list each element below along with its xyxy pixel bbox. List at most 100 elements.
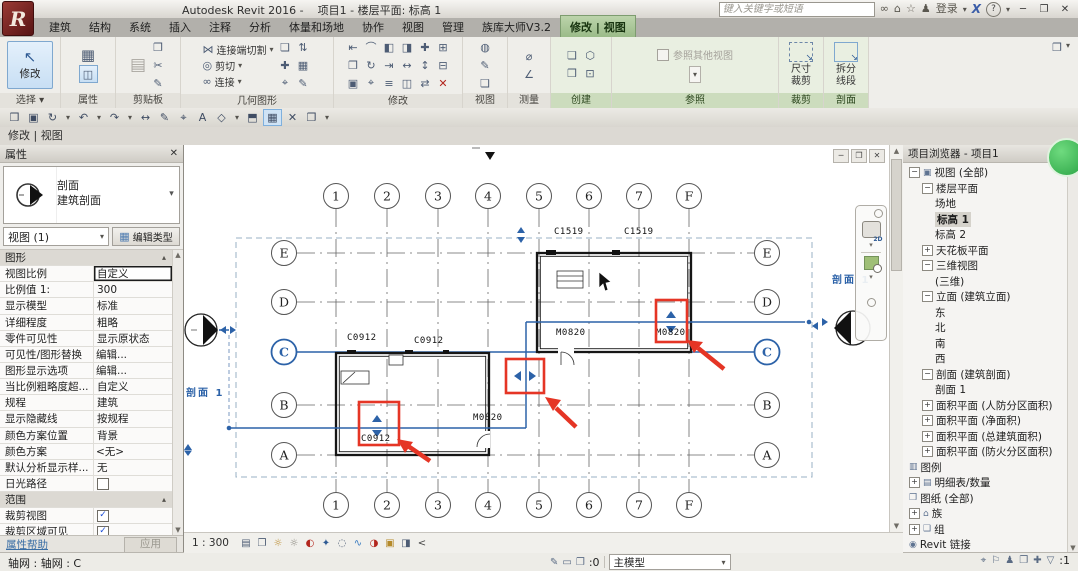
scale-icon[interactable]: ↕ bbox=[417, 57, 434, 73]
tree-item[interactable]: 东 bbox=[905, 305, 1068, 321]
ribbon-tab[interactable]: 结构 bbox=[80, 16, 120, 37]
property-row[interactable]: 当比例粗略度超... 自定义 bbox=[0, 379, 172, 396]
tree-item[interactable]: ▥ 图例 bbox=[905, 460, 1068, 476]
copy-icon[interactable]: ❐ bbox=[345, 57, 362, 73]
property-row[interactable]: 可见性/图形替换 编辑... bbox=[0, 345, 172, 363]
move-icon[interactable]: ✚ bbox=[417, 39, 434, 55]
property-row[interactable]: 显示隐藏线 按规程 bbox=[0, 411, 172, 428]
filter-icon[interactable]: ▽ bbox=[1047, 555, 1055, 566]
hide-icon[interactable]: ❏ bbox=[477, 75, 494, 91]
unpin-icon[interactable]: ⌖ bbox=[363, 75, 380, 91]
tree-item[interactable]: + 面积平面 (人防分区面积) bbox=[905, 398, 1068, 414]
property-row[interactable]: 图形 bbox=[0, 250, 172, 267]
split-gap-icon[interactable]: ◫ bbox=[399, 75, 416, 91]
open-icon[interactable]: ❒ bbox=[6, 110, 23, 125]
tree-item[interactable]: 剖面 1 bbox=[905, 382, 1068, 398]
create-similar-icon[interactable]: ⬡ bbox=[582, 48, 599, 64]
signin-caret[interactable]: ▾ bbox=[963, 5, 967, 14]
panel-label-create[interactable]: 创建 bbox=[551, 93, 611, 108]
swap-icon[interactable]: ⇄ bbox=[417, 75, 434, 91]
properties-help-link[interactable]: 属性帮助 bbox=[6, 537, 48, 552]
property-row[interactable]: 裁剪区域可见 bbox=[0, 524, 172, 535]
tree-item[interactable]: + 面积平面 (净面积) bbox=[905, 413, 1068, 429]
tree-expand-icon[interactable]: − bbox=[909, 167, 920, 179]
properties-toggle-icon[interactable]: ◫ bbox=[78, 65, 98, 83]
element-filter-select[interactable]: 视图 (1) ▾ bbox=[3, 227, 109, 246]
scrollbar-thumb[interactable] bbox=[891, 159, 902, 271]
drag-on-selection-icon[interactable]: ✚ bbox=[1033, 555, 1041, 566]
tree-expand-icon[interactable]: + bbox=[922, 415, 933, 427]
tree-expand-icon[interactable]: − bbox=[922, 260, 933, 272]
ribbon-tab[interactable]: 体量和场地 bbox=[280, 16, 353, 37]
measure-icon[interactable]: ↔ bbox=[137, 110, 154, 125]
revit-logo-icon[interactable]: R bbox=[2, 1, 34, 36]
communication-icon[interactable]: ⌂ bbox=[894, 2, 901, 16]
tree-expand-icon[interactable]: + bbox=[922, 399, 933, 411]
mirror-pick-icon[interactable]: ◨ bbox=[399, 39, 416, 55]
navbar-bottom-icon[interactable] bbox=[866, 298, 876, 307]
tree-expand-icon[interactable]: + bbox=[909, 508, 920, 520]
tree-item[interactable]: ❒ 图纸 (全部) bbox=[905, 491, 1068, 507]
close-hidden-windows-icon[interactable]: ✕ bbox=[284, 110, 301, 125]
pin-icon[interactable]: ▣ bbox=[345, 75, 362, 91]
sync-icon[interactable]: ↻ bbox=[44, 110, 61, 125]
exchange-apps-icon[interactable]: X bbox=[972, 2, 981, 16]
qat-caret[interactable]: ▾ bbox=[322, 110, 332, 125]
checkbox-icon[interactable] bbox=[97, 477, 109, 490]
navigation-bar[interactable]: ▾ ▾ bbox=[855, 205, 887, 341]
property-row[interactable]: 比例值 1: 300 bbox=[0, 282, 172, 299]
text-icon[interactable]: A bbox=[194, 110, 211, 125]
tree-expand-icon[interactable]: − bbox=[922, 291, 933, 303]
split-segment-button[interactable]: 拆分 线段 bbox=[836, 64, 856, 88]
property-row[interactable]: 显示模型 标准 bbox=[0, 298, 172, 315]
size-crop-button[interactable]: 尺寸 裁剪 bbox=[791, 64, 811, 88]
panel-label-section[interactable]: 剖面 bbox=[824, 93, 868, 108]
visual-style-icon[interactable]: ▤ bbox=[239, 536, 253, 550]
scroll-up-icon[interactable]: ▲ bbox=[890, 145, 903, 158]
offset-icon[interactable]: ⌒ bbox=[363, 39, 380, 55]
switch-windows-icon[interactable]: ❐ bbox=[303, 110, 320, 125]
checkbox-icon[interactable] bbox=[97, 525, 109, 535]
extend-icon[interactable]: ↔ bbox=[399, 57, 416, 73]
ribbon-tab[interactable]: 修改 | 视图 bbox=[560, 15, 636, 37]
select-links-icon[interactable]: ⌖ bbox=[981, 555, 987, 566]
signin-link[interactable]: 登录 bbox=[936, 2, 958, 16]
geometry-tool[interactable]: ◎ 剪切 ▾ bbox=[202, 58, 273, 73]
panel-label-reference[interactable]: 参照 bbox=[612, 93, 778, 108]
properties-icon[interactable]: ▦ bbox=[80, 46, 97, 64]
tree-expand-icon[interactable]: + bbox=[909, 477, 920, 489]
save-icon[interactable]: ▣ bbox=[25, 110, 42, 125]
legend-component-icon[interactable]: ❏ bbox=[564, 48, 581, 64]
select-pinned-icon[interactable]: ♟ bbox=[1005, 555, 1014, 566]
tree-item[interactable]: (三维) bbox=[905, 274, 1068, 290]
panel-label-select[interactable]: 选择 ▾ bbox=[0, 93, 60, 108]
tree-item[interactable]: 西 bbox=[905, 351, 1068, 367]
sync-caret[interactable]: ▾ bbox=[63, 110, 73, 125]
tag-icon[interactable]: ⌖ bbox=[175, 110, 192, 125]
panel-label-view[interactable]: 视图 bbox=[463, 93, 507, 108]
tree-expand-icon[interactable]: − bbox=[922, 368, 933, 380]
edit-type-button[interactable]: ▦ 编辑类型 bbox=[112, 227, 180, 246]
align-icon[interactable]: ⇤ bbox=[345, 39, 362, 55]
tree-expand-icon[interactable]: + bbox=[909, 523, 920, 535]
view-close-button[interactable]: ✕ bbox=[869, 149, 885, 163]
match-icon[interactable]: ≡ bbox=[381, 75, 398, 91]
panel-label-properties[interactable]: 属性 bbox=[61, 93, 115, 108]
checkbox-icon[interactable] bbox=[97, 509, 109, 522]
ribbon-tab[interactable]: 协作 bbox=[353, 16, 393, 37]
split-segment-icon[interactable] bbox=[834, 42, 858, 63]
tree-item[interactable]: + 天花板平面 bbox=[905, 243, 1068, 259]
match-type-icon[interactable]: ✎ bbox=[150, 75, 167, 91]
temporary-hide-icon[interactable]: ∿ bbox=[351, 536, 365, 550]
tree-item[interactable]: + ⌂ 族 bbox=[905, 506, 1068, 522]
view-scale-label[interactable]: 1 : 300 bbox=[192, 537, 229, 549]
browser-scrollbar[interactable]: ▲▼ bbox=[1067, 163, 1078, 553]
navbar-options-icon[interactable] bbox=[874, 209, 883, 218]
zoom-caret[interactable]: ▾ bbox=[869, 273, 873, 281]
measure-angle-icon[interactable]: ∠ bbox=[521, 66, 538, 82]
type-selector-caret[interactable]: ▾ bbox=[164, 167, 179, 223]
lightbulb-icon[interactable]: ◍ bbox=[477, 39, 494, 55]
tree-item[interactable]: 北 bbox=[905, 320, 1068, 336]
minimize-button[interactable]: ─ bbox=[1015, 4, 1031, 15]
help-search-input[interactable]: 键入关键字或短语 bbox=[718, 1, 875, 17]
